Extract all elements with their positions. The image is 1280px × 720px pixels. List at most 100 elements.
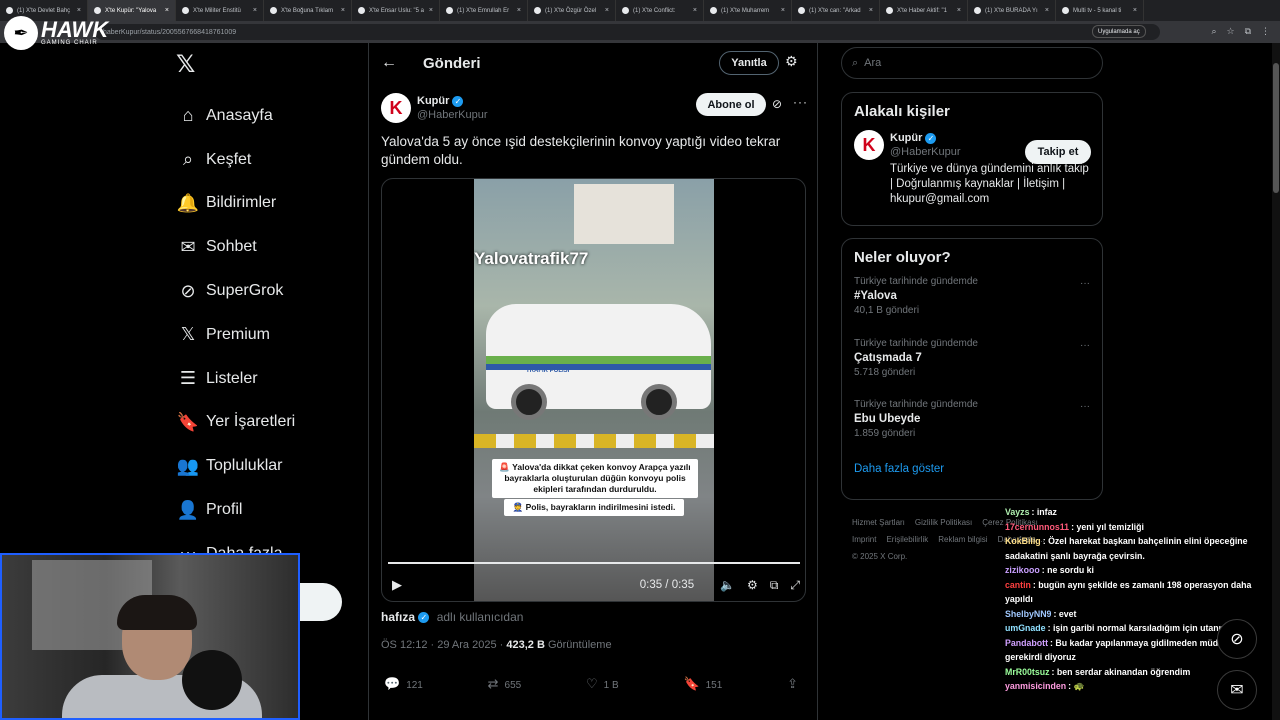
- nav-item[interactable]: 👤 Profil: [170, 488, 370, 532]
- close-icon[interactable]: ×: [341, 7, 345, 14]
- volume-icon[interactable]: 🔈: [720, 578, 735, 592]
- post-timestamp[interactable]: ÖS 12:12 · 29 Ara 2025 ·: [381, 639, 503, 651]
- more-dots-icon[interactable]: ···: [1080, 340, 1090, 351]
- subscribe-button[interactable]: Abone ol: [696, 93, 766, 116]
- chat-user[interactable]: MrR00tsuz: [1005, 667, 1049, 677]
- footer-link[interactable]: Gizlilik Politikası: [915, 518, 972, 527]
- source-suffix: adlı kullanıcıdan: [436, 610, 524, 624]
- like-action[interactable]: ♡ 1 B: [586, 676, 619, 692]
- fullscreen-icon[interactable]: ⤢: [790, 578, 800, 593]
- nav-item[interactable]: 𝕏 Premium: [170, 313, 370, 357]
- tab-label: Multi tv - 5 kanal ti: [1073, 7, 1122, 14]
- browser-tab[interactable]: Multi tv - 5 kanal ti ×: [1056, 0, 1144, 21]
- related-name[interactable]: Kupür: [890, 132, 922, 144]
- open-in-app-button[interactable]: Uygulamada aç: [1092, 25, 1146, 38]
- bookmark-action[interactable]: 🔖 151: [683, 676, 722, 692]
- close-icon[interactable]: ×: [605, 7, 609, 14]
- chat-user[interactable]: yanmisicinden: [1005, 681, 1066, 691]
- post-header: ← Gönderi Yanıtla ⚙: [369, 43, 817, 83]
- show-more-link[interactable]: Daha fazla göster: [854, 463, 1090, 475]
- browser-tab[interactable]: (1) X'te BURADA Yı ×: [968, 0, 1056, 21]
- x-logo-icon[interactable]: 𝕏: [176, 50, 370, 80]
- browser-tab[interactable]: (1) X'te Emrullah Er ×: [440, 0, 528, 21]
- play-icon[interactable]: ▶: [392, 577, 402, 593]
- grok-icon[interactable]: ⊘: [772, 97, 782, 111]
- sliders-icon[interactable]: ⚙: [785, 53, 798, 70]
- close-icon[interactable]: ×: [517, 7, 521, 14]
- browser-tab[interactable]: (1) X'te can: "Arkad ×: [792, 0, 880, 21]
- nav-item[interactable]: ⌕ Keşfet: [170, 138, 370, 182]
- chat-user[interactable]: umGnade: [1005, 623, 1046, 633]
- chat-user[interactable]: Vayzs: [1005, 507, 1029, 517]
- repost-action[interactable]: ⇄ 655: [488, 676, 522, 692]
- close-icon[interactable]: ×: [253, 7, 257, 14]
- nav-item[interactable]: ⌂ Anasayfa: [170, 94, 370, 138]
- chat-user[interactable]: 17cernunnos11: [1005, 522, 1069, 532]
- trends-panel: Neler oluyor? Türkiye tarihinde gündemde…: [841, 238, 1103, 500]
- grok-fab-icon[interactable]: ⊘: [1217, 619, 1257, 659]
- trend-item[interactable]: Türkiye tarihinde gündemde Ebu Ubeyde 1.85…: [854, 399, 1090, 461]
- close-icon[interactable]: ×: [693, 7, 697, 14]
- nav-item[interactable]: 🔖 Yer İşaretleri: [170, 401, 370, 445]
- footer-link[interactable]: Reklam bilgisi: [938, 535, 987, 544]
- search-input[interactable]: ⌕ Ara: [841, 47, 1103, 79]
- reply-button[interactable]: Yanıtla: [719, 51, 779, 75]
- video-progress-bar[interactable]: [388, 562, 800, 564]
- browser-tab[interactable]: X'te Boğuna Tıklam ×: [264, 0, 352, 21]
- verified-badge-icon: ✓: [418, 612, 430, 624]
- star-icon[interactable]: ☆: [1226, 26, 1234, 37]
- url-field[interactable]: haberKupur/status/2005567668418761009: [95, 24, 1160, 40]
- zoom-icon[interactable]: ⌕: [1211, 26, 1216, 37]
- close-icon[interactable]: ×: [429, 7, 433, 14]
- nav-item[interactable]: ☰ Listeler: [170, 357, 370, 401]
- browser-tab[interactable]: X'te Ensar Uslu: "5 a ×: [352, 0, 440, 21]
- menu-icon[interactable]: ⋮: [1261, 26, 1270, 37]
- close-icon[interactable]: ×: [77, 7, 81, 14]
- close-icon[interactable]: ×: [957, 7, 961, 14]
- chat-user[interactable]: ShelbyNN9: [1005, 609, 1051, 619]
- video-player[interactable]: TRAFİK POLİSİ 🚨 Yalova'da dikkat çeken k…: [381, 178, 806, 602]
- browser-tab[interactable]: X'te Haber Aktif: "1 ×: [880, 0, 968, 21]
- messages-fab-icon[interactable]: ✉: [1217, 670, 1257, 710]
- more-dots-icon[interactable]: ···: [793, 95, 808, 109]
- close-icon[interactable]: ×: [781, 7, 785, 14]
- close-icon[interactable]: ×: [165, 7, 169, 14]
- more-dots-icon[interactable]: ···: [1080, 401, 1090, 412]
- chat-user[interactable]: cantin: [1005, 580, 1031, 590]
- nav-item[interactable]: ⊘ SuperGrok: [170, 269, 370, 313]
- related-handle[interactable]: @HaberKupur: [890, 146, 960, 158]
- source-user[interactable]: hafıza: [381, 610, 415, 624]
- footer-link[interactable]: Erişilebilirlik: [886, 535, 928, 544]
- close-icon[interactable]: ×: [869, 7, 873, 14]
- chat-user[interactable]: Pandabott: [1005, 638, 1048, 648]
- more-dots-icon[interactable]: ···: [1080, 278, 1090, 289]
- browser-tab[interactable]: X'te Militer Enstitü ×: [176, 0, 264, 21]
- settings-icon[interactable]: ⚙: [747, 578, 758, 592]
- browser-tab[interactable]: (1) X'te Özgür Özel ×: [528, 0, 616, 21]
- trend-item[interactable]: Türkiye tarihinde gündemde #Yalova 40,1 B …: [854, 276, 1090, 338]
- follow-button[interactable]: Takip et: [1025, 140, 1091, 164]
- footer-link[interactable]: © 2025 X Corp.: [852, 552, 907, 561]
- post-author[interactable]: K Kupür ✓ @HaberKupur: [381, 93, 487, 123]
- author-handle[interactable]: @HaberKupur: [417, 109, 487, 121]
- avatar[interactable]: K: [381, 93, 411, 123]
- browser-tab[interactable]: (1) X'te Muharrem ×: [704, 0, 792, 21]
- nav-item[interactable]: ✉ Sohbet: [170, 225, 370, 269]
- avatar[interactable]: K: [854, 130, 884, 160]
- chat-user[interactable]: zizikooo: [1005, 565, 1040, 575]
- footer-link[interactable]: Imprint: [852, 535, 876, 544]
- pip-icon[interactable]: ⧉: [770, 578, 779, 593]
- reply-action[interactable]: 💬 121: [384, 676, 423, 692]
- browser-tab[interactable]: (1) X'te Conflict: ×: [616, 0, 704, 21]
- trend-item[interactable]: Türkiye tarihinde gündemde Çatışmada 7 5.7…: [854, 338, 1090, 400]
- nav-item[interactable]: 🔔 Bildirimler: [170, 182, 370, 226]
- nav-item[interactable]: 👥 Topluluklar: [170, 444, 370, 488]
- chat-user[interactable]: KokBilig: [1005, 536, 1041, 546]
- extensions-icon[interactable]: ⧉: [1245, 26, 1251, 37]
- back-arrow-icon[interactable]: ←: [381, 54, 423, 72]
- close-icon[interactable]: ×: [1133, 7, 1137, 14]
- close-icon[interactable]: ×: [1045, 7, 1049, 14]
- footer-link[interactable]: Hizmet Şartları: [852, 518, 905, 527]
- share-action[interactable]: ⇪: [787, 676, 804, 692]
- author-name[interactable]: Kupür: [417, 95, 449, 107]
